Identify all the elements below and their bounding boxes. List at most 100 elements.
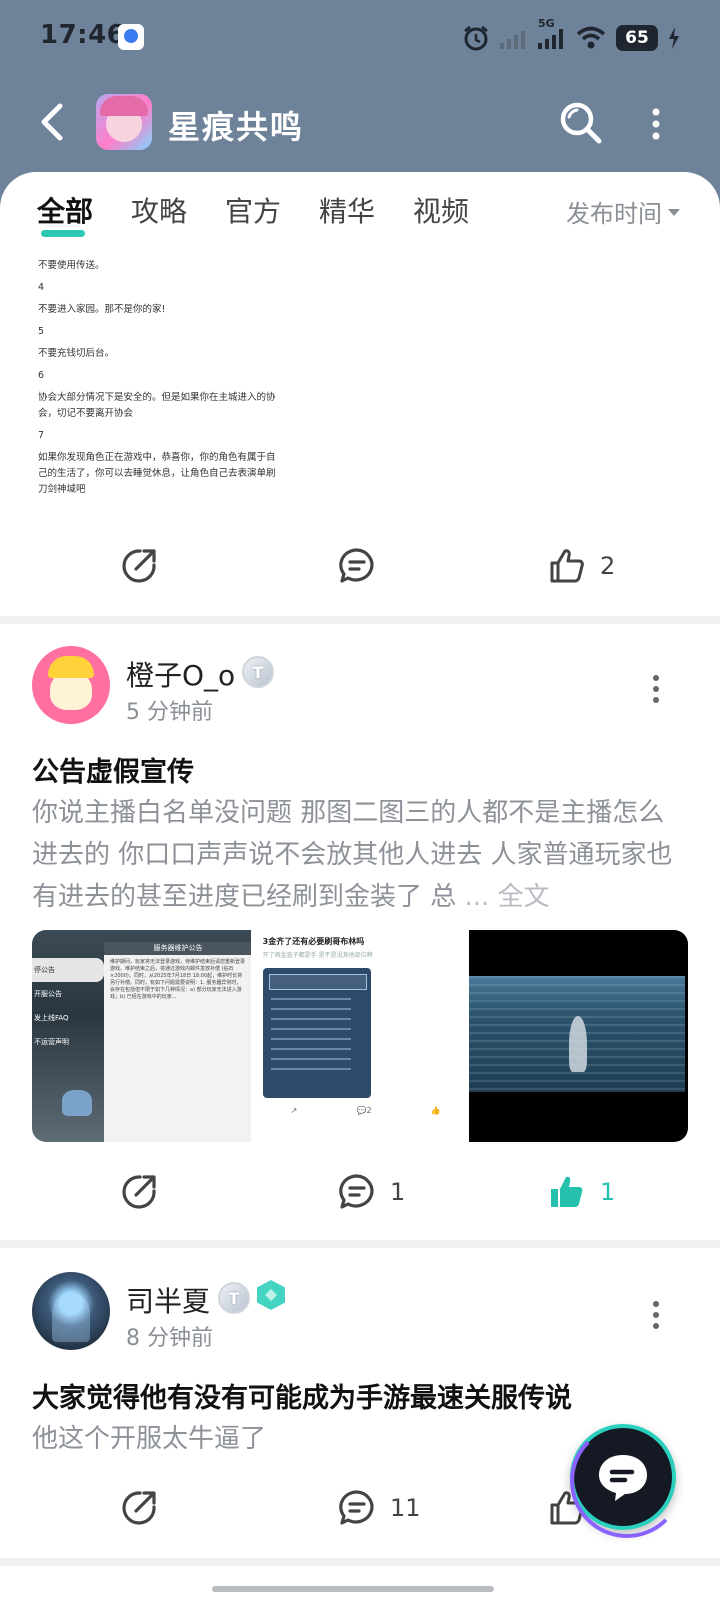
image-notice-header: 服务器维护公告 — [104, 942, 251, 955]
status-time: 17:46 — [40, 20, 126, 50]
wifi-icon — [576, 26, 606, 50]
comment-icon — [339, 548, 374, 583]
post-text-line: 如果你发现角色正在游戏中，恭喜你，你的角色有属于自己的生活了，你可以去睡觉休息，… — [38, 452, 276, 495]
caret-down-icon — [668, 209, 680, 216]
post-body-text: 他这个开服太牛逼了 — [32, 1424, 267, 1454]
post-divider — [0, 1240, 720, 1248]
post-text-line: 不要使用传送。 — [38, 260, 105, 271]
avatar[interactable] — [32, 646, 110, 724]
sort-label: 发布时间 — [566, 200, 662, 228]
tab-official[interactable]: 官方 — [225, 190, 281, 230]
alarm-icon — [462, 24, 490, 52]
gem-badge-icon — [257, 1280, 285, 1310]
image-character — [569, 1016, 588, 1072]
tab-guides[interactable]: 攻略 — [131, 190, 187, 230]
post-more-icon[interactable] — [650, 1298, 662, 1332]
charging-icon — [668, 27, 680, 49]
thumbs-up-filled-icon — [551, 1176, 583, 1207]
floating-chat-button[interactable] — [570, 1424, 684, 1538]
signal-weak-icon — [500, 27, 528, 49]
post-image-gallery: 停公告 开服公告 发上线FAQ 不运营声明 服务器维护公告 维护期间，玩家将无法… — [32, 930, 688, 1142]
share-button[interactable] — [120, 1162, 158, 1222]
post-actions: 1 1 — [0, 1162, 720, 1222]
post-time: 5 分钟前 — [126, 700, 213, 725]
post-divider — [0, 616, 720, 624]
image-menu-item: 不运营声明 — [34, 1038, 69, 1046]
post-content-image[interactable]: 不要使用传送。 4 不要进入家园。那不是你的家! 5 不要充钱切后台。 6 协会… — [38, 258, 278, 504]
back-arrow-icon[interactable] — [36, 102, 72, 142]
post-image-2[interactable]: 3金齐了还有必要刷哥布林吗 开了俩金直子都是手 是不是没其他部位啊 ↗ 💬2 👍 — [250, 930, 470, 1142]
active-tab-indicator — [41, 230, 85, 237]
post-text-line: 协会大部分情况下是安全的。但是如果你在主城进入的协会，切记不要离开协会 — [38, 392, 276, 419]
image-menu-item: 开服公告 — [34, 990, 62, 998]
battery-indicator: 65 — [616, 25, 658, 51]
like-button[interactable]: 1 — [548, 1162, 615, 1222]
post-actions: 2 — [0, 536, 720, 596]
category-tabs: 全部 攻略 官方 精华 视频 发布时间 — [0, 190, 720, 240]
post-divider — [0, 1558, 720, 1566]
full-text-link[interactable]: 全文 — [498, 882, 550, 912]
search-icon[interactable] — [558, 100, 604, 146]
image-share-icon: ↗ — [290, 1106, 298, 1115]
image-game-scene — [469, 976, 686, 1092]
username[interactable]: 司半夏 — [126, 1280, 210, 1320]
post-time: 8 分钟前 — [126, 1326, 213, 1351]
post-text-line: 5 — [38, 326, 45, 337]
post-body[interactable]: 你说主播白名单没问题 那图二图三的人都不是主播怎么进去的 你口口声声说不会放其他… — [32, 792, 682, 918]
post-text-line: 不要进入家园。那不是你的家! — [38, 304, 166, 315]
ellipsis: ... — [464, 882, 490, 912]
comment-button[interactable]: 11 — [338, 1478, 421, 1538]
level-badge: T — [242, 656, 274, 688]
share-icon — [122, 1175, 156, 1209]
like-button[interactable]: 2 — [548, 536, 615, 596]
image-notice-panel: 服务器维护公告 维护期间，玩家将无法登录游戏，待维护结束后请您重新登录游戏。维护… — [104, 942, 251, 1142]
sort-dropdown[interactable]: 发布时间 — [566, 194, 680, 229]
community-avatar[interactable] — [96, 94, 152, 150]
tab-featured[interactable]: 精华 — [319, 190, 375, 230]
image-comment-count: 💬2 — [356, 1106, 372, 1115]
post-more-icon[interactable] — [650, 672, 662, 706]
thumbs-up-icon — [550, 549, 584, 583]
image-menu: 停公告 开服公告 发上线FAQ 不运营声明 — [32, 958, 104, 1054]
image-like-icon: 👍 — [430, 1106, 441, 1115]
level-badge: T — [218, 1282, 250, 1314]
image-menu-item: 停公告 — [32, 958, 104, 982]
image-post-actions: ↗ 💬2 👍 — [291, 1106, 441, 1115]
tab-video[interactable]: 视频 — [413, 190, 469, 230]
post-image-3[interactable] — [469, 930, 688, 1142]
feed-container: 全部 攻略 官方 精华 视频 发布时间 不要使用传送。 4 不要进入家园。那不是… — [0, 172, 720, 1600]
avatar[interactable] — [32, 1272, 110, 1350]
comment-button[interactable]: 1 — [338, 1162, 405, 1222]
like-count: 2 — [600, 552, 616, 580]
tab-all[interactable]: 全部 — [37, 190, 93, 230]
network-label: 5G — [538, 17, 555, 30]
image-post-title: 3金齐了还有必要刷哥布林吗 — [262, 937, 365, 946]
post-image-1[interactable]: 停公告 开服公告 发上线FAQ 不运营声明 服务器维护公告 维护期间，玩家将无法… — [32, 930, 251, 1142]
status-bar: 17:46 5G 65 — [0, 0, 720, 75]
image-notice-body: 维护期间，玩家将无法登录游戏，待维护结束后请您重新登录游戏。维护结束之后，将通过… — [110, 959, 246, 1000]
share-button[interactable] — [120, 1478, 158, 1538]
post-text-line: 6 — [38, 370, 45, 381]
status-icons: 5G 65 — [462, 17, 680, 54]
post-text-line: 4 — [38, 282, 45, 293]
comment-button[interactable] — [338, 536, 376, 596]
nav-bar: 星痕共鸣 — [0, 90, 720, 156]
comment-icon — [339, 1490, 374, 1525]
comment-count: 11 — [390, 1494, 421, 1522]
more-options-icon[interactable] — [650, 104, 662, 144]
home-indicator[interactable] — [212, 1586, 494, 1592]
page-title: 星痕共鸣 — [168, 108, 305, 146]
image-game-screenshot — [262, 968, 371, 1098]
image-menu-item: 发上线FAQ — [34, 1014, 69, 1022]
post-title[interactable]: 大家觉得他有没有可能成为手游最速关服传说 — [32, 1376, 572, 1415]
username[interactable]: 橙子O_o — [126, 654, 235, 694]
comment-count: 1 — [390, 1178, 406, 1206]
share-icon — [122, 1491, 156, 1525]
chat-bubble-icon — [599, 1455, 647, 1501]
like-count: 1 — [600, 1178, 616, 1206]
share-icon — [122, 549, 156, 583]
comment-icon — [339, 1174, 374, 1209]
post-title[interactable]: 公告虚假宣传 — [32, 750, 194, 789]
share-button[interactable] — [120, 536, 158, 596]
post-body-text: 你说主播白名单没问题 那图二图三的人都不是主播怎么进去的 你口口声声说不会放其他… — [32, 798, 673, 912]
